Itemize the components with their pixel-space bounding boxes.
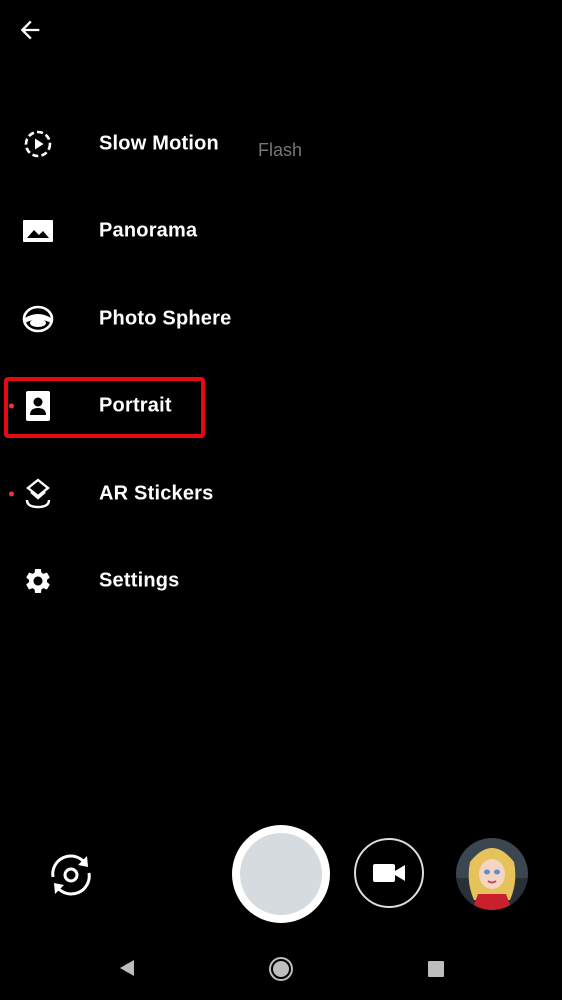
menu-item-photo-sphere[interactable]: Photo Sphere	[0, 275, 330, 363]
menu-item-label: Slow Motion	[99, 132, 219, 155]
camera-controls	[0, 820, 562, 930]
gallery-thumbnail[interactable]	[456, 838, 528, 910]
ar-stickers-icon	[20, 476, 56, 512]
video-mode-button[interactable]	[354, 838, 424, 908]
new-indicator-dot	[9, 403, 14, 409]
photo-sphere-icon	[20, 301, 56, 337]
menu-item-label: Panorama	[99, 219, 198, 242]
shutter-icon	[240, 833, 322, 915]
arrow-left-icon	[20, 20, 40, 40]
new-indicator-dot	[9, 491, 14, 497]
switch-camera-button[interactable]	[42, 846, 100, 904]
video-camera-icon	[373, 864, 405, 882]
system-nav-bar	[0, 940, 562, 1000]
gear-icon	[20, 563, 56, 599]
menu-item-slow-motion[interactable]: Slow Motion	[0, 100, 330, 188]
menu-item-ar-stickers[interactable]: AR Stickers	[0, 450, 330, 538]
slow-motion-icon	[20, 126, 56, 162]
nav-home-icon[interactable]	[268, 956, 294, 982]
switch-camera-icon	[51, 854, 91, 896]
menu-item-portrait[interactable]: Portrait	[0, 363, 330, 451]
menu-item-label: AR Stickers	[99, 482, 214, 505]
menu-item-settings[interactable]: Settings	[0, 538, 330, 626]
camera-modes-screen: Flash Slow Motion Panorama Photo Sphere …	[0, 0, 562, 1000]
nav-back-icon[interactable]	[118, 958, 136, 978]
menu-item-label: Photo Sphere	[99, 307, 232, 330]
panorama-icon	[20, 213, 56, 249]
menu-item-panorama[interactable]: Panorama	[0, 188, 330, 276]
menu-item-label: Portrait	[99, 394, 172, 417]
back-button[interactable]	[12, 12, 48, 48]
shutter-button[interactable]	[232, 825, 330, 923]
nav-recents-icon[interactable]	[428, 961, 444, 977]
portrait-icon	[20, 388, 56, 424]
mode-menu: Slow Motion Panorama Photo Sphere Portra…	[0, 100, 330, 625]
menu-item-label: Settings	[99, 569, 180, 592]
